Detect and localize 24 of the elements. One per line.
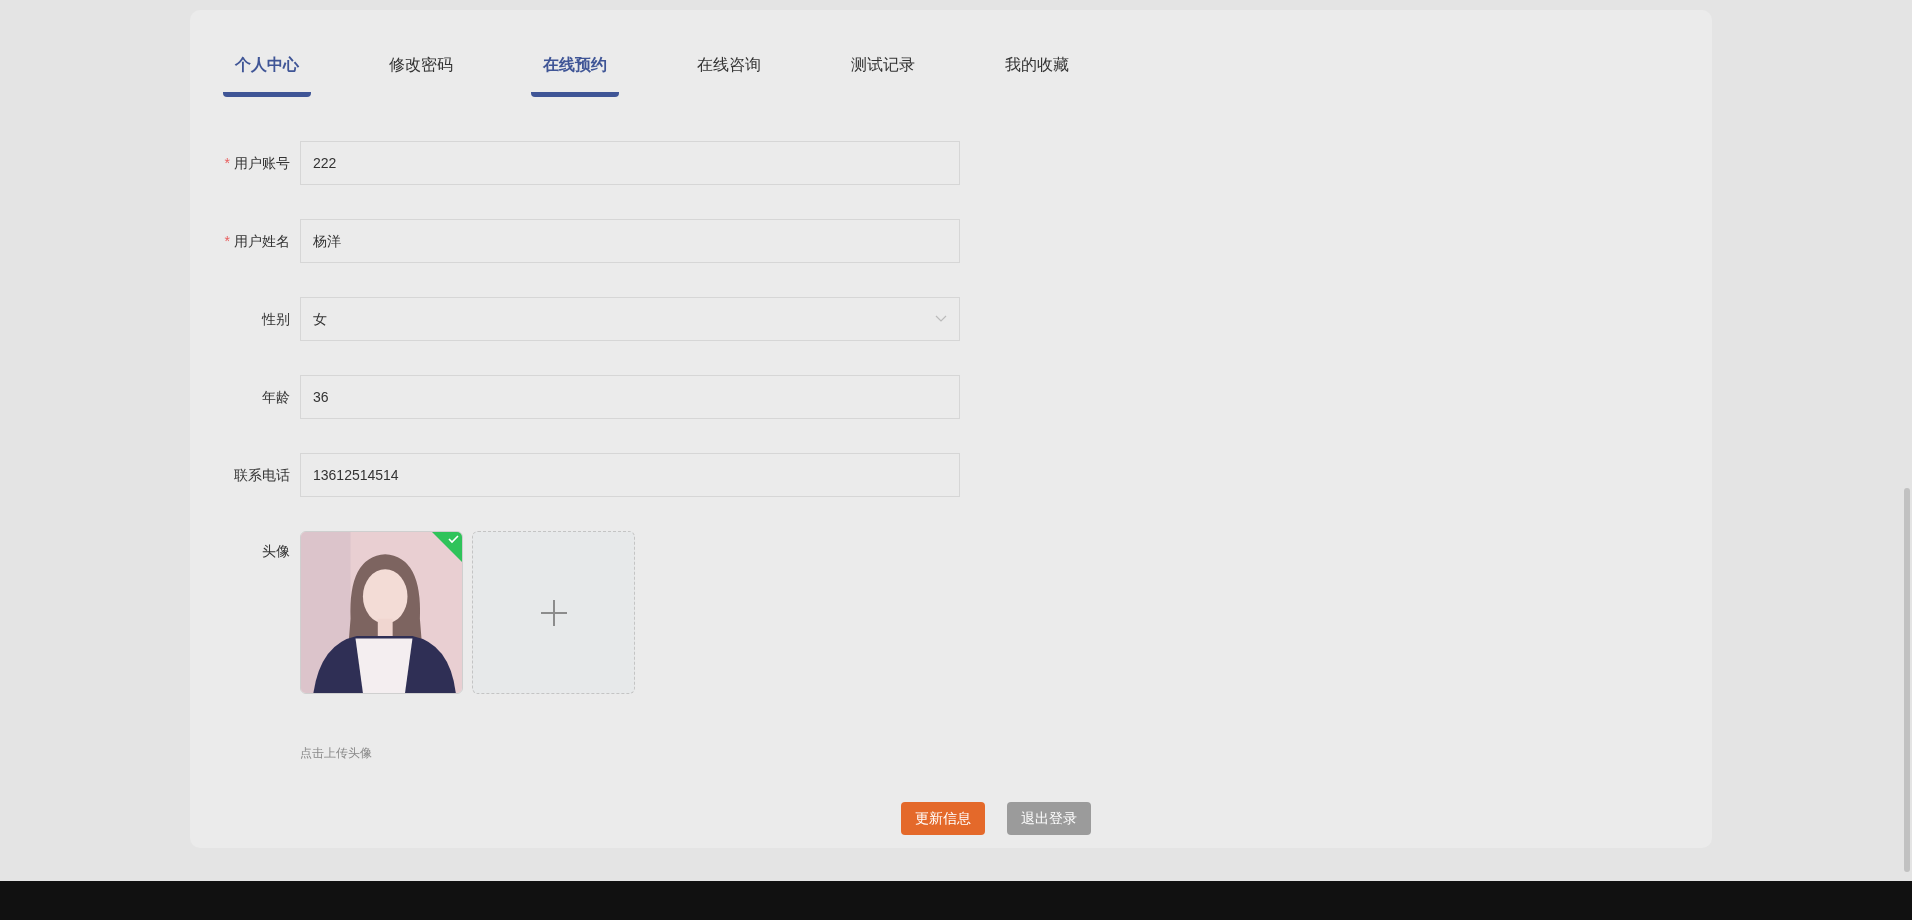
upload-hint: 点击上传头像 [300, 746, 372, 760]
tab[interactable]: 在线咨询 [685, 53, 773, 97]
tab[interactable]: 个人中心 [223, 53, 311, 97]
chevron-down-icon [935, 315, 947, 323]
field-label: 性别 [262, 309, 290, 329]
scrollbar[interactable] [1904, 488, 1910, 872]
upload-box[interactable] [472, 531, 635, 694]
text-field[interactable]: 222 [300, 141, 960, 185]
text-field[interactable]: 杨洋 [300, 219, 960, 263]
tab[interactable]: 我的收藏 [993, 53, 1081, 97]
plus-icon [539, 598, 568, 627]
field-label: 年龄 [262, 387, 290, 407]
tab[interactable]: 测试记录 [839, 53, 927, 97]
field-label: 用户姓名 [234, 231, 290, 251]
tab[interactable]: 在线预约 [531, 53, 619, 97]
field-label: 用户账号 [234, 153, 290, 173]
field-label: 联系电话 [234, 465, 290, 485]
field-label: 头像 [262, 542, 290, 561]
select-field[interactable]: 女 [300, 297, 960, 341]
tab[interactable]: 修改密码 [377, 53, 465, 97]
required-mark: * [224, 153, 230, 173]
required-mark: * [224, 231, 230, 251]
text-field[interactable]: 13612514514 [300, 453, 960, 497]
text-field[interactable]: 36 [300, 375, 960, 419]
